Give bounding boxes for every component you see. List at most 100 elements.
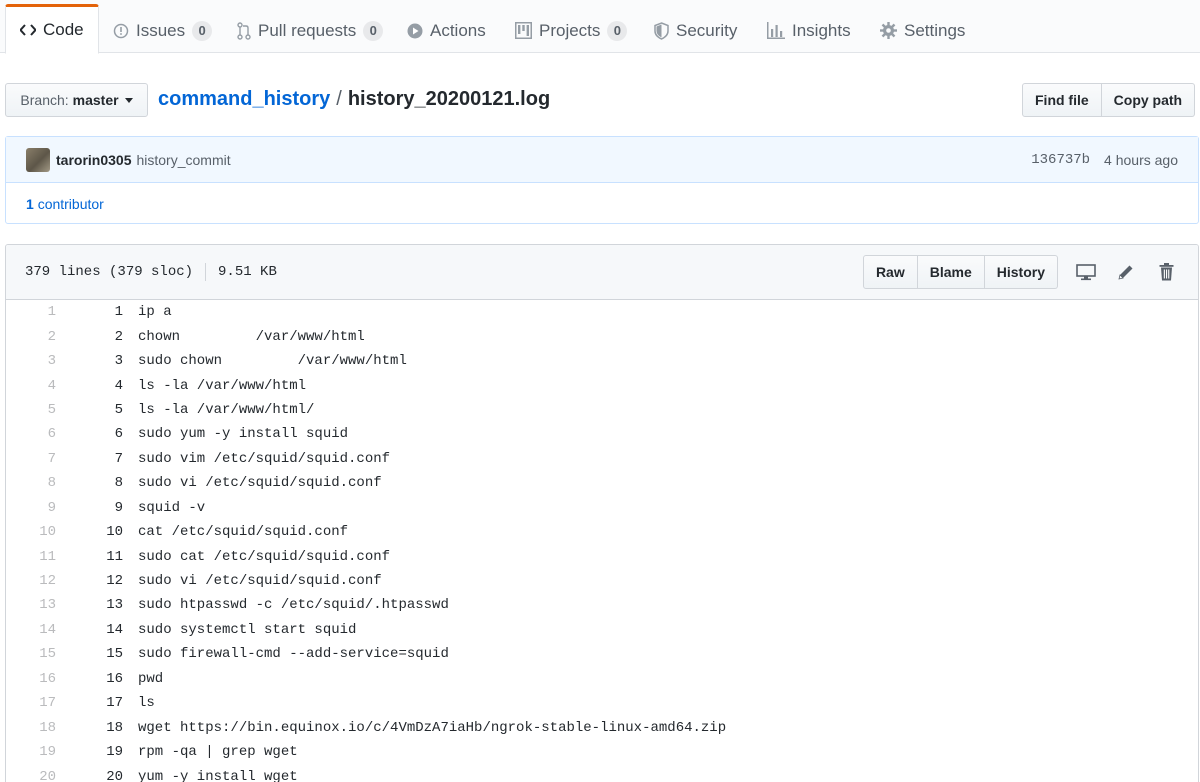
branch-select-button[interactable]: Branch: master <box>5 83 148 117</box>
line-number[interactable]: 18 <box>6 720 56 736</box>
commit-message[interactable]: history_commit <box>136 152 230 168</box>
code-line: 2 2 chown /var/www/html <box>6 324 1198 348</box>
line-number[interactable]: 6 <box>6 426 56 442</box>
git-pull-request-icon <box>237 21 251 40</box>
code-line: 5 5 ls -la /var/www/html/ <box>6 398 1198 422</box>
line-number[interactable]: 12 <box>6 573 56 589</box>
tab-pull-requests[interactable]: Pull requests 0 <box>237 8 384 53</box>
code-line: 10 10 cat /etc/squid/squid.conf <box>6 520 1198 544</box>
blame-button[interactable]: Blame <box>917 255 985 289</box>
contributors-link[interactable]: 1 contributor <box>6 183 1198 225</box>
history-number: 6 <box>114 426 123 443</box>
history-number: 19 <box>106 744 123 761</box>
copy-path-button[interactable]: Copy path <box>1101 83 1196 117</box>
file-viewer: 379 lines (379 sloc) 9.51 KB Raw Blame H… <box>5 244 1199 782</box>
code-line: 20 20 yum -y install wget <box>6 764 1198 782</box>
history-number: 12 <box>106 573 123 590</box>
tab-settings[interactable]: Settings <box>880 8 965 53</box>
file-info: 379 lines (379 sloc) 9.51 KB <box>25 263 277 281</box>
line-content: sudo vi /etc/squid/squid.conf <box>138 475 382 492</box>
graph-icon <box>767 22 785 39</box>
line-number[interactable]: 14 <box>6 622 56 638</box>
commit-tease: tarorin0305 history_commit 136737b 4 hou… <box>6 137 1198 183</box>
trash-icon[interactable] <box>1154 255 1178 289</box>
line-number[interactable]: 20 <box>6 769 56 782</box>
line-number[interactable]: 4 <box>6 378 56 394</box>
code-line: 17 17 ls <box>6 691 1198 715</box>
code-line: 18 18 wget https://bin.equinox.io/c/4VmDzA… <box>6 715 1198 739</box>
commit-author[interactable]: tarorin0305 <box>56 152 131 168</box>
line-number[interactable]: 7 <box>6 451 56 467</box>
desktop-icon[interactable] <box>1074 255 1098 289</box>
history-number: 18 <box>106 719 123 736</box>
breadcrumb-separator: / <box>336 88 342 110</box>
line-number[interactable]: 8 <box>6 475 56 491</box>
tab-projects[interactable]: Projects 0 <box>515 8 628 53</box>
repo-nav-tabs: Code Issues 0 Pull requests 0 Actions Pr… <box>0 0 1200 54</box>
line-content: sudo htpasswd -c /etc/squid/.htpasswd <box>138 597 449 614</box>
pull-requests-counter: 0 <box>363 20 384 41</box>
line-number[interactable]: 2 <box>6 329 56 345</box>
projects-counter: 0 <box>607 20 628 41</box>
issue-opened-icon <box>113 23 129 39</box>
breadcrumb-repo-link[interactable]: command_history <box>158 88 330 111</box>
line-content: sudo yum -y install squid <box>138 426 349 443</box>
history-number: 16 <box>106 670 123 687</box>
history-number: 15 <box>106 646 123 663</box>
tab-insights[interactable]: Insights <box>767 8 851 53</box>
contributors-label: contributor <box>37 196 104 212</box>
project-icon <box>515 22 532 39</box>
view-buttons: Raw Blame History <box>862 255 1058 289</box>
file-line-count: 379 lines (379 sloc) <box>25 264 194 280</box>
commit-sha[interactable]: 136737b <box>1031 152 1090 168</box>
tab-actions[interactable]: Actions <box>407 8 486 53</box>
history-number: 8 <box>114 475 123 492</box>
code-listing: 1 1 ip a 2 2 chown /var/www/html 3 3 sudo chown … <box>6 300 1198 782</box>
caret-down-icon <box>124 97 133 103</box>
line-number[interactable]: 11 <box>6 549 56 565</box>
issues-counter: 0 <box>192 20 213 41</box>
history-number: 5 <box>114 401 123 418</box>
line-number[interactable]: 3 <box>6 353 56 369</box>
pencil-icon[interactable] <box>1114 255 1138 289</box>
line-number[interactable]: 15 <box>6 646 56 662</box>
code-line: 15 15 sudo firewall-cmd --add-service=squi… <box>6 642 1198 666</box>
line-number[interactable]: 13 <box>6 597 56 613</box>
history-number: 20 <box>106 768 123 782</box>
history-number: 2 <box>114 328 123 345</box>
line-number[interactable]: 9 <box>6 500 56 516</box>
history-button[interactable]: History <box>984 255 1058 289</box>
history-number: 13 <box>106 597 123 614</box>
play-icon <box>407 23 423 39</box>
shield-icon <box>654 21 669 40</box>
line-number[interactable]: 5 <box>6 402 56 418</box>
tab-label: Security <box>676 20 738 40</box>
avatar[interactable] <box>26 147 50 172</box>
line-content: yum -y install wget <box>138 768 298 782</box>
line-number[interactable]: 19 <box>6 744 56 760</box>
line-number[interactable]: 1 <box>6 304 56 320</box>
tab-issues[interactable]: Issues 0 <box>113 8 213 53</box>
code-line: 4 4 ls -la /var/www/html <box>6 373 1198 397</box>
history-number: 10 <box>106 524 123 541</box>
code-line: 7 7 sudo vim /etc/squid/squid.conf <box>6 447 1198 471</box>
line-content: squid -v <box>138 499 206 516</box>
line-number[interactable]: 17 <box>6 695 56 711</box>
history-number: 14 <box>106 621 123 638</box>
tab-security[interactable]: Security <box>654 8 737 53</box>
find-file-button[interactable]: Find file <box>1022 83 1102 117</box>
line-number[interactable]: 10 <box>6 524 56 540</box>
history-number: 4 <box>114 377 123 394</box>
line-content: sudo vi /etc/squid/squid.conf <box>138 573 382 590</box>
code-line: 9 9 squid -v <box>6 496 1198 520</box>
tab-label: Issues <box>136 20 186 40</box>
breadcrumb: command_history / history_20200121.log <box>158 88 550 111</box>
code-line: 8 8 sudo vi /etc/squid/squid.conf <box>6 471 1198 495</box>
history-number: 7 <box>114 450 123 467</box>
line-content: chown /var/www/html <box>138 328 365 345</box>
tab-label: Settings <box>904 20 966 40</box>
tab-code[interactable]: Code <box>5 4 99 54</box>
line-number[interactable]: 16 <box>6 671 56 687</box>
branch-name: master <box>72 92 119 108</box>
raw-button[interactable]: Raw <box>862 255 918 289</box>
